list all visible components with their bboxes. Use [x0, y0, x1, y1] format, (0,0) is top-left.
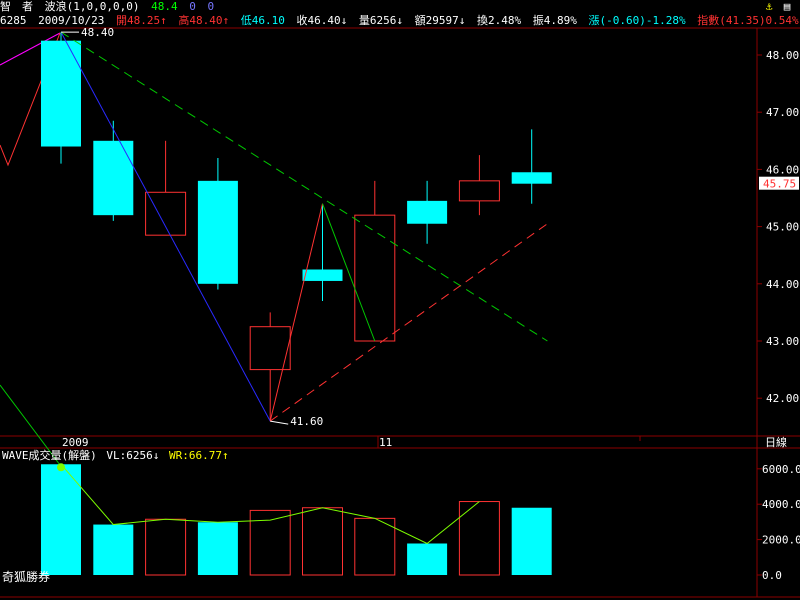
wave-line-down — [60, 31, 271, 422]
volume-bar — [93, 524, 134, 575]
candle-body — [354, 214, 396, 342]
volume-tick-label: 4000.0 — [762, 498, 800, 511]
volume-peak-marker — [57, 463, 65, 472]
volume-tick-label: 2000.0 — [762, 534, 800, 547]
current-price-label: 45.75 — [763, 178, 796, 191]
volume-bar — [407, 543, 448, 575]
price-tick-label: 43.00 — [766, 335, 799, 348]
wave-point-label: 48.40 — [81, 26, 114, 39]
volume-tick-label: 6000.0 — [762, 463, 800, 476]
price-tick-label: 46.00 — [766, 163, 799, 176]
volume-tick-label: 0.0 — [762, 569, 782, 582]
wave-point-label: 41.60 — [290, 415, 323, 428]
volume-bar — [197, 522, 238, 575]
volume-bar — [145, 518, 187, 576]
price-tick-label: 47.00 — [766, 106, 799, 119]
candle-body — [458, 180, 500, 202]
candle-body — [302, 269, 343, 281]
volume-bars — [41, 463, 552, 576]
volume-bar — [511, 507, 552, 575]
volume-header: WAVE成交量(解盤) VL:6256↓ WR:66.77↑ — [2, 449, 234, 463]
volume-wr: WR:66.77↑ — [168, 449, 229, 462]
candle-body — [511, 172, 552, 184]
candlesticks — [41, 32, 552, 422]
volume-indicator-name[interactable]: WAVE成交量(解盤) — [2, 449, 97, 463]
chart-canvas[interactable]: 2009 11 日線 48.40 41.60 45.75 48.00 47.00 46.… — [0, 0, 800, 600]
wave-point-leader — [270, 420, 289, 425]
volume-vl: VL:6256↓ — [106, 449, 160, 462]
price-tick-label: 44.00 — [766, 278, 799, 291]
price-tick-label: 48.00 — [766, 49, 799, 62]
period-label[interactable]: 日線 — [765, 435, 787, 449]
x-label-2009: 2009 — [62, 436, 89, 449]
stock-chart-window: 智 者 波浪(1,0,0,0,0) 48.4 0 0 ⚓ ▤ 6285 2009… — [0, 0, 800, 600]
candle-body — [93, 140, 134, 216]
price-tick-label: 45.00 — [766, 221, 799, 234]
volume-bar — [354, 517, 396, 576]
candle-body — [41, 40, 81, 147]
price-tick-label: 42.00 — [766, 392, 799, 405]
x-label-11: 11 — [379, 436, 392, 449]
candle-body — [197, 180, 238, 284]
volume-bar — [302, 507, 343, 576]
broker-logo: 奇狐勝券 — [2, 570, 51, 584]
axis-ticks: 48.00 47.00 46.00 45.00 44.00 43.00 42.00 6000.… — [757, 49, 800, 582]
candle-body — [407, 200, 448, 224]
wave-line-up — [269, 203, 323, 422]
candle-body — [145, 191, 187, 236]
